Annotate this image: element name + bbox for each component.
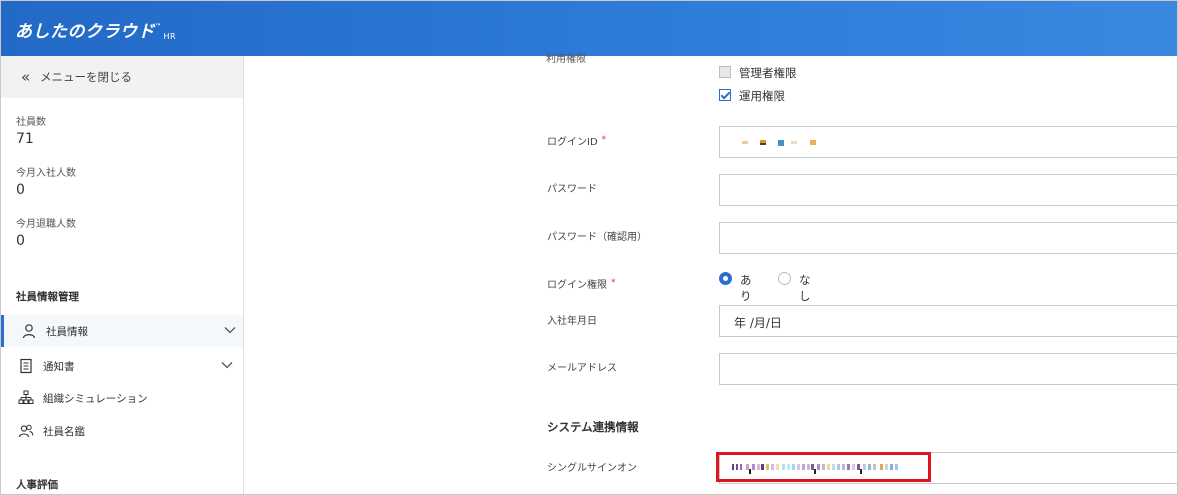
annotation-highlight-box xyxy=(716,452,931,482)
sidebar: « メニューを閉じる 社員数 71 今月入社人数 0 今月退職人数 0 社員情報… xyxy=(1,56,244,494)
password-confirm-label: パスワード（確認用） xyxy=(547,232,647,243)
sidebar-item-org-simulation[interactable]: 組織シミュレーション xyxy=(1,382,243,414)
required-mark: * xyxy=(611,278,616,288)
email-label: メールアドレス xyxy=(547,363,617,374)
person-icon xyxy=(22,324,36,339)
permission-label: 利用権限 xyxy=(546,54,586,65)
stat-label-joined: 今月入社人数 xyxy=(16,168,76,179)
sidebar-item-label: 組織シミュレーション xyxy=(43,393,148,405)
stat-label-retired: 今月退職人数 xyxy=(16,219,76,230)
required-mark: * xyxy=(601,135,607,145)
radio-login-no[interactable] xyxy=(778,272,791,285)
stat-value-retired: 0 xyxy=(16,233,25,249)
sidebar-item-label: 通知書 xyxy=(43,361,75,373)
login-permission-label: ログイン権限 * xyxy=(547,276,616,291)
checkbox-label: 管理者権限 xyxy=(739,66,797,80)
app-frame: あしたのクラウド™HR « メニューを閉じる 社員数 71 今月入社人数 0 今… xyxy=(0,0,1178,495)
sidebar-item-employee-info[interactable]: 社員情報 xyxy=(1,315,243,347)
chevron-down-icon[interactable] xyxy=(220,358,234,372)
email-input[interactable] xyxy=(719,353,1177,385)
sidebar-item-notices[interactable]: 通知書 xyxy=(1,350,243,382)
top-header: あしたのクラウド™HR xyxy=(1,1,1177,56)
radio-label-no: なし xyxy=(799,273,811,303)
document-icon xyxy=(20,358,32,374)
stat-label-employees: 社員数 xyxy=(16,117,46,128)
people-icon xyxy=(18,424,34,438)
main-form: 利用権限 管理者権限 運用権限 ログインID * パスワード パスワード（確認用） xyxy=(244,54,1177,494)
login-id-label-text: ログインID xyxy=(547,137,598,148)
logo-trademark: ™ xyxy=(155,23,162,30)
login-id-input[interactable] xyxy=(719,126,1177,158)
password-label: パスワード xyxy=(547,184,597,195)
sidebar-item-label: 社員名鑑 xyxy=(43,426,85,438)
system-integration-title: システム連携情報 xyxy=(547,420,639,434)
password-input[interactable] xyxy=(719,174,1177,206)
logo-suffix: HR xyxy=(163,32,177,41)
radio-login-yes[interactable] xyxy=(719,272,732,285)
checkbox-checked[interactable] xyxy=(719,89,731,101)
close-menu-label: メニューを閉じる xyxy=(40,70,132,84)
hire-date-input[interactable]: 年 /月/日 xyxy=(719,305,1177,337)
org-chart-icon xyxy=(18,390,34,404)
logo-text: あしたのクラウド xyxy=(15,22,155,42)
double-chevron-left-icon: « xyxy=(21,68,31,86)
checkbox-label: 運用権限 xyxy=(739,89,785,103)
checkbox-unchecked[interactable] xyxy=(719,66,731,78)
stat-value-joined: 0 xyxy=(16,182,25,198)
hire-date-placeholder: 年 /月/日 xyxy=(734,316,782,330)
password-confirm-input[interactable] xyxy=(719,222,1177,254)
stat-value-employees: 71 xyxy=(16,131,34,147)
close-menu-button[interactable]: « メニューを閉じる xyxy=(1,56,243,98)
section-title-employee: 社員情報管理 xyxy=(16,291,79,303)
sidebar-item-label: 社員情報 xyxy=(46,326,88,338)
sidebar-item-directory[interactable]: 社員名鑑 xyxy=(1,415,243,447)
sso-label: シングルサインオン xyxy=(547,463,637,474)
chevron-down-icon[interactable] xyxy=(223,323,237,337)
login-permission-label-text: ログイン権限 xyxy=(547,280,607,291)
section-title-evaluation: 人事評価 xyxy=(16,479,58,491)
radio-label-yes: あり xyxy=(740,273,752,303)
login-id-label: ログインID * xyxy=(547,133,606,148)
app-logo[interactable]: あしたのクラウド™HR xyxy=(15,17,176,42)
hire-date-label: 入社年月日 xyxy=(547,316,597,327)
